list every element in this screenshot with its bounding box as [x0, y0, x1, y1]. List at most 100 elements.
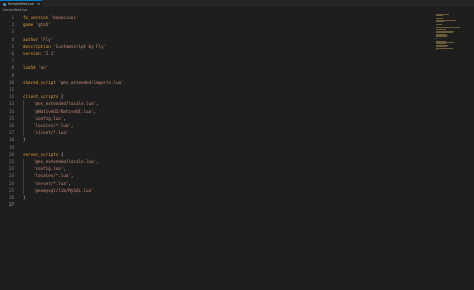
code-line[interactable]: 22 'config.lua', [0, 165, 432, 172]
code-line[interactable]: 12 client_scripts { [0, 93, 432, 100]
code-line[interactable]: 2 game 'gta5' [0, 21, 432, 28]
code-punctuation: { [60, 94, 64, 100]
vertical-scrollbar[interactable] [468, 14, 472, 290]
code-text: client_scripts { [23, 93, 63, 100]
code-text: '@es_extended/locale.lua', [23, 158, 99, 165]
code-string: 'client/*.lua' [33, 130, 69, 136]
code-line[interactable]: 4 author 'Fly' [0, 36, 432, 43]
minimap-line [436, 26, 460, 28]
code-string: '@oxmysql/lib/MySQL.lua' [33, 187, 94, 193]
code-line[interactable]: 19 [0, 144, 432, 151]
tab-label: fxmanifest.lua [8, 1, 34, 6]
code-string: 'bodacious' [50, 15, 79, 21]
code-line[interactable]: 21 '@es_extended/locale.lua', [0, 158, 432, 165]
code-line[interactable]: 7 [0, 57, 432, 64]
code-keyword: client_scripts [23, 94, 61, 100]
code-punctuation: , [70, 123, 74, 129]
code-line[interactable]: 15 'config.lua', [0, 115, 432, 122]
code-line[interactable]: 14 '@NativeUI/NativeUI.lua', [0, 108, 432, 115]
line-number: 8 [11, 65, 14, 71]
tab-fxmanifest[interactable]: fxmanifest.lua × [0, 0, 42, 7]
code-line[interactable]: 27 [0, 201, 432, 208]
code-line[interactable]: 24 'server/*.lua', [0, 180, 432, 187]
lua-file-icon [3, 2, 6, 6]
code-keyword: server_scripts [23, 151, 61, 157]
code-line[interactable]: 25 '@oxmysql/lib/MySQL.lua' [0, 187, 432, 194]
minimap[interactable] [436, 14, 466, 54]
line-number: 1 [11, 15, 14, 21]
code-line[interactable]: 16 'locales/*.lua', [0, 122, 432, 129]
minimap-line [436, 49, 437, 50]
code-string: '@es_extended/locale.lua' [33, 159, 97, 165]
line-number: 6 [11, 51, 14, 57]
code-text: } [23, 136, 26, 143]
code-punctuation [23, 116, 33, 121]
line-number: 2 [11, 22, 14, 28]
code-keyword: version [23, 51, 44, 57]
code-keyword: shared_script [23, 79, 59, 85]
code-text: 'locales/*.lua', [23, 122, 73, 129]
line-number: 16 [8, 123, 14, 129]
code-text: author 'Fly' [23, 36, 53, 43]
code-punctuation: , [96, 159, 99, 165]
minimap-line [436, 47, 453, 49]
code-string: 'on' [38, 65, 49, 71]
code-punctuation: } [23, 195, 26, 201]
breadcrumb-file[interactable]: fxmanifest.lua [3, 8, 27, 13]
code-line[interactable]: 11 [0, 86, 432, 93]
line-number: 14 [8, 108, 14, 114]
minimap-line [436, 23, 442, 25]
code-string: '@es_extended/imports.lua' [58, 79, 124, 85]
code-line[interactable]: 13 '@es_extended/locale.lua', [0, 100, 432, 107]
code-punctuation: , [93, 108, 97, 114]
code-text: version '2.1' [23, 50, 56, 57]
minimap-line [436, 36, 447, 38]
code-text: fx_version 'bodacious' [23, 14, 78, 21]
code-text: 'client/*.lua' [23, 129, 68, 136]
code-string: 'config.lua' [33, 166, 64, 172]
code-string: 'config.lua' [33, 115, 64, 121]
breadcrumb[interactable]: fxmanifest.lua [0, 7, 474, 13]
code-line[interactable]: 20 server_scripts { [0, 151, 432, 158]
code-punctuation: { [60, 151, 64, 157]
minimap-line [436, 21, 444, 22]
code-line[interactable]: 5 description 'Customscript by Fly' [0, 43, 432, 50]
line-number: 7 [11, 58, 14, 64]
code-line[interactable]: 6 version '2.1' [0, 50, 432, 57]
line-number: 27 [8, 202, 14, 208]
code-line[interactable]: 9 [0, 72, 432, 79]
code-keyword: lua54 [23, 65, 39, 71]
code-line[interactable]: 3 [0, 28, 432, 35]
code-line[interactable]: 23 'locales/*.lua', [0, 172, 432, 179]
code-text: 'config.lua', [23, 115, 66, 122]
code-punctuation: } [23, 137, 26, 143]
code-text: server_scripts { [23, 151, 63, 158]
editor-window: fxmanifest.lua × fxmanifest.lua 1 fx_vers… [0, 0, 474, 290]
close-icon[interactable]: × [37, 2, 40, 7]
line-number: 19 [8, 144, 14, 150]
line-number: 18 [8, 137, 14, 143]
code-punctuation [23, 123, 33, 128]
code-line[interactable]: 17 'client/*.lua' [0, 129, 432, 136]
code-line[interactable]: 26} [0, 194, 432, 201]
line-number: 11 [8, 87, 14, 93]
code-punctuation: , [68, 180, 71, 186]
code-string: 'locales/*.lua' [33, 123, 71, 129]
code-line[interactable]: 10 shared_script '@es_extended/imports.lu… [0, 79, 432, 86]
code-punctuation [23, 188, 33, 193]
code-text: '@oxmysql/lib/MySQL.lua' [23, 187, 94, 194]
code-string: '@es_extended/locale.lua' [33, 101, 97, 107]
code-line[interactable]: 18} [0, 136, 432, 143]
code-string: '@NativeUI/NativeUI.lua' [33, 108, 94, 114]
code-editor[interactable]: 1 fx_version 'bodacious' 2 game 'gta5' 3 4 aut… [0, 14, 432, 290]
line-number: 22 [8, 166, 14, 172]
line-number: 26 [8, 195, 14, 201]
line-number: 23 [8, 173, 14, 179]
code-line[interactable]: 1 fx_version 'bodacious' [0, 14, 432, 21]
code-text: description 'Customscript by Fly' [23, 43, 106, 50]
code-line[interactable]: 8 lua54 'on' [0, 64, 432, 71]
line-number: 5 [11, 43, 14, 49]
minimap-line [436, 37, 437, 39]
code-text: } [23, 194, 26, 201]
line-number: 20 [8, 151, 14, 157]
